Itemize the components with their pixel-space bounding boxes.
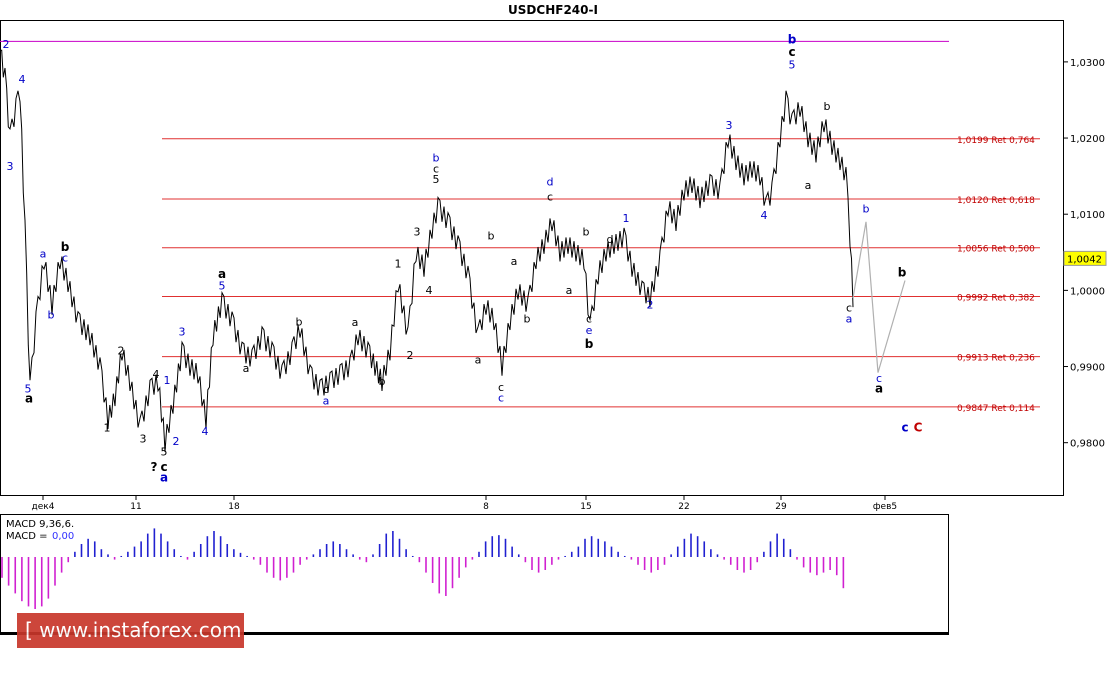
wave-label: 2 [407,349,414,362]
time-tick-label: 11 [130,502,141,512]
wave-label: b [863,203,870,216]
wave-label: c [901,420,908,434]
wave-label: c [788,45,795,59]
macd-title: MACD 9,36,6. [6,519,74,530]
wave-label: 5 [161,446,168,459]
wave-label: a [40,248,47,261]
wave-label: b [379,375,386,388]
chart-window: USDCHF240-I 1,0300 1,0200 1,0100 1,0000 0,990… [0,0,1107,677]
macd-value: 0,00 [52,531,74,542]
wave-label: 3 [140,433,147,446]
price-tick-label: 0,9800 [1070,439,1105,450]
wave-label: b [488,229,495,242]
wave-label: 4 [202,425,209,438]
wave-label: 4 [426,284,433,297]
wave-label: b [48,309,55,322]
wave-label: a [805,179,812,192]
fib-level-label: 0,9847 Ret 0,114 [957,404,1035,414]
projection-path [852,221,906,373]
wave-label: b [583,226,590,239]
price-tick-label: 1,0100 [1070,210,1105,221]
wave-label: e [586,324,593,337]
wave-label: 5 [219,280,226,293]
wave-label: C [914,420,923,434]
wave-label: 3 [414,226,421,239]
wave-label: 2 [118,344,125,357]
wave-label: 3 [179,325,186,338]
chart-title: USDCHF240-I [508,3,598,17]
wave-label: b [524,312,531,325]
fib-level-label: 0,9992 Ret 0,382 [957,293,1035,303]
wave-label: a [511,255,518,268]
wave-label: 4 [761,209,768,222]
wave-label: d [607,233,614,246]
watermark-banner: [ www.instaforex.com ] [17,613,244,677]
wave-label: 2 [173,435,180,448]
wave-label: 5 [789,59,796,72]
wave-label: a [846,312,853,325]
fib-level-label: 1,0056 Ret 0,500 [957,245,1035,255]
time-tick-label: 18 [228,502,240,512]
price-tick-label: 1,0000 [1070,286,1105,297]
wave-label: b [824,100,831,113]
wave-label: 4 [153,368,160,381]
wave-label: a [25,391,33,405]
fib-level-label: 1,0199 Ret 0,764 [957,136,1035,146]
fib-level-label: 0,9913 Ret 0,236 [957,354,1035,364]
price-tick-label: 0,9900 [1070,363,1105,374]
wave-label: 4 [19,73,26,86]
price-tick-label: 1,0200 [1070,134,1105,145]
wave-label: b [296,315,303,328]
wave-label: a [352,316,359,329]
time-tick-label: 22 [678,502,689,512]
fib-level-label: 1,0120 Ret 0,618 [957,196,1035,206]
time-tick-label: 15 [580,502,591,512]
wave-label: b [585,337,594,351]
wave-label: 3 [7,160,14,173]
wave-label: 3 [726,119,733,132]
wave-label: 1 [164,374,171,387]
wave-label: b [898,266,907,280]
chart-svg: USDCHF240-I 1,0300 1,0200 1,0100 1,0000 0,990… [0,3,1107,635]
wave-label: 2 [647,299,654,312]
wave-label: c [498,392,504,405]
price-tick-label: 1,0300 [1070,58,1105,69]
wave-label: 5 [433,173,440,186]
wave-label: a [875,381,883,395]
current-price-label: 1,0042 [1067,254,1102,265]
time-tick-label: дек4 [32,502,55,512]
watermark-text: www.instaforex.com [39,618,242,642]
wave-label: a [243,362,250,375]
wave-label: 1 [623,212,630,225]
wave-label: c [62,251,68,264]
wave-label: ? [151,460,158,474]
wave-label: d [547,175,554,188]
time-tick-label: 29 [775,502,787,512]
wave-label: a [566,284,573,297]
wave-label: 1 [395,258,402,271]
wave-label: a [323,395,330,408]
price-series-line [0,49,854,452]
wave-label: a [160,471,168,485]
time-tick-label: 8 [483,502,489,512]
wave-label: c [547,190,553,203]
wave-label: 2 [3,38,10,51]
time-tick-label: фев5 [873,502,897,512]
wave-label: a [475,353,482,366]
macd-label: MACD = [6,531,48,542]
wave-label: 1 [104,421,111,434]
